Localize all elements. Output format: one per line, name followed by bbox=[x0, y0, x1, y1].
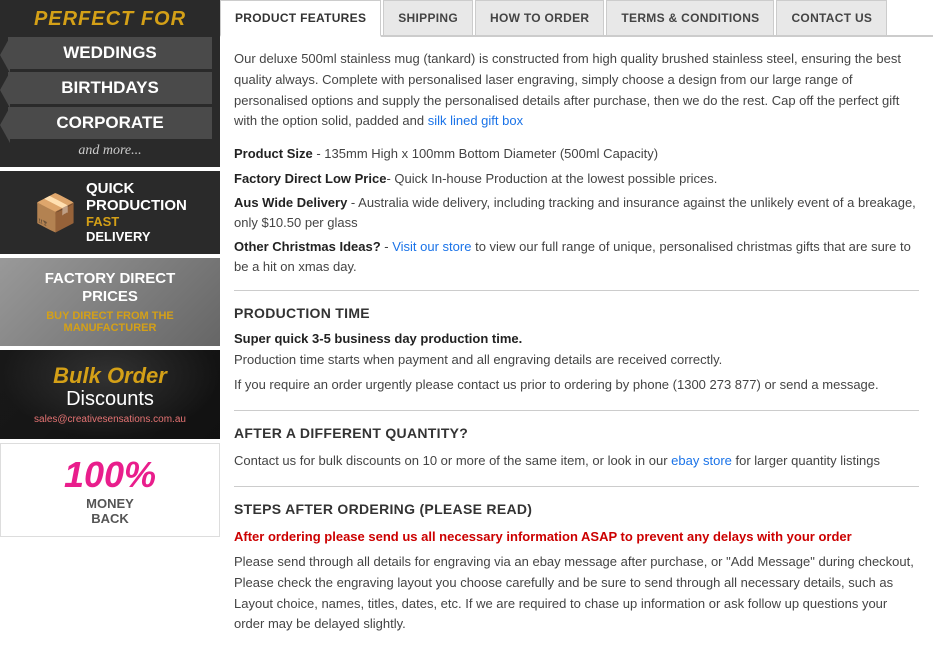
pf-item-weddings: WEDDINGS bbox=[8, 37, 212, 69]
perfect-for-title: PERFECT FOR bbox=[0, 8, 220, 31]
production-time-heading: PRODUCTION TIME bbox=[234, 305, 919, 321]
bulk-email: sales@creativesensations.com.au bbox=[10, 414, 210, 425]
main-content: PRODUCT FEATURES SHIPPING HOW TO ORDER T… bbox=[220, 0, 933, 647]
qp-line3: DELIVERY bbox=[86, 229, 187, 244]
prod-time-line2: If you require an order urgently please … bbox=[234, 375, 919, 396]
money-back-banner: 100% MoneyBack bbox=[0, 443, 220, 537]
tab-shipping[interactable]: SHIPPING bbox=[383, 0, 473, 35]
pf-more: and more... bbox=[0, 143, 220, 159]
divider-3 bbox=[234, 486, 919, 487]
qp-line1: QUICKPRODUCTION bbox=[86, 181, 187, 214]
detail-price: Factory Direct Low Price- Quick In-house… bbox=[234, 169, 919, 189]
factory-direct-banner: FACTORY DIRECTPRICES BUY DIRECT FROM THE… bbox=[0, 258, 220, 346]
tab-contact-us[interactable]: CONTACT US bbox=[776, 0, 887, 35]
package-icon: 📦 bbox=[33, 192, 78, 234]
divider-1 bbox=[234, 290, 919, 291]
tab-how-to-order[interactable]: HOW TO ORDER bbox=[475, 0, 604, 35]
steps-text: Please send through all details for engr… bbox=[234, 552, 919, 635]
perfect-for-banner: PERFECT FOR WEDDINGS BIRTHDAYS CORPORATE… bbox=[0, 0, 220, 167]
quick-production-banner: 📦 QUICKPRODUCTION FAST DELIVERY bbox=[0, 171, 220, 254]
money-pct: 100% bbox=[11, 454, 209, 496]
prod-time-line1: Production time starts when payment and … bbox=[234, 350, 919, 371]
tab-product-features[interactable]: PRODUCT FEATURES bbox=[220, 0, 381, 37]
prod-time-bold: Super quick 3-5 business day production … bbox=[234, 331, 919, 346]
factory-title: FACTORY DIRECTPRICES bbox=[8, 270, 212, 306]
steps-heading: STEPS AFTER ORDERING (PLEASE READ) bbox=[234, 501, 919, 517]
content-area: Our deluxe 500ml stainless mug (tankard)… bbox=[220, 37, 933, 647]
visit-store-link[interactable]: Visit our store bbox=[392, 239, 471, 254]
ebay-store-link[interactable]: ebay store bbox=[671, 453, 732, 468]
silk-lined-link[interactable]: silk lined gift box bbox=[428, 113, 523, 128]
tab-bar: PRODUCT FEATURES SHIPPING HOW TO ORDER T… bbox=[220, 0, 933, 37]
bulk-order-banner: Bulk Order Discounts sales@creativesensa… bbox=[0, 350, 220, 439]
steps-section: STEPS AFTER ORDERING (PLEASE READ) After… bbox=[234, 501, 919, 636]
sidebar: PERFECT FOR WEDDINGS BIRTHDAYS CORPORATE… bbox=[0, 0, 220, 647]
production-time-section: PRODUCTION TIME Super quick 3-5 business… bbox=[234, 305, 919, 396]
detail-christmas: Other Christmas Ideas? - Visit our store… bbox=[234, 237, 919, 276]
product-details: Product Size - 135mm High x 100mm Bottom… bbox=[234, 144, 919, 276]
tab-terms-conditions[interactable]: TERMS & CONDITIONS bbox=[606, 0, 774, 35]
money-text: MoneyBack bbox=[11, 496, 209, 526]
page-container: PERFECT FOR WEDDINGS BIRTHDAYS CORPORATE… bbox=[0, 0, 933, 647]
after-qty-section: AFTER A DIFFERENT QUANTITY? Contact us f… bbox=[234, 425, 919, 472]
detail-delivery: Aus Wide Delivery - Australia wide deliv… bbox=[234, 193, 919, 232]
after-qty-heading: AFTER A DIFFERENT QUANTITY? bbox=[234, 425, 919, 441]
steps-urgent: After ordering please send us all necess… bbox=[234, 527, 919, 547]
divider-2 bbox=[234, 410, 919, 411]
after-qty-text: Contact us for bulk discounts on 10 or m… bbox=[234, 451, 919, 472]
detail-size: Product Size - 135mm High x 100mm Bottom… bbox=[234, 144, 919, 164]
intro-paragraph: Our deluxe 500ml stainless mug (tankard)… bbox=[234, 49, 919, 132]
pf-item-birthdays: BIRTHDAYS bbox=[8, 72, 212, 104]
pf-item-corporate: CORPORATE bbox=[8, 107, 212, 139]
bulk-title: Bulk Order Discounts bbox=[10, 364, 210, 410]
factory-sub: BUY DIRECT FROM THEMANUFACTURER bbox=[8, 310, 212, 334]
qp-line2: FAST bbox=[86, 214, 187, 229]
